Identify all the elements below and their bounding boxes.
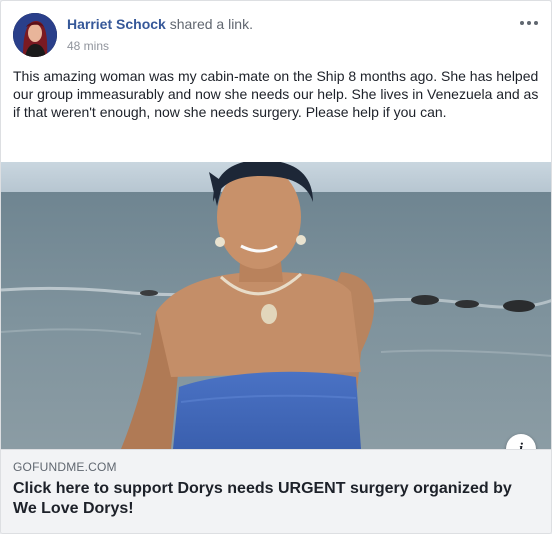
post-text: This amazing woman was my cabin-mate on …: [13, 68, 539, 120]
author-name[interactable]: Harriet Schock: [67, 16, 166, 32]
link-title[interactable]: Click here to support Dorys needs URGENT…: [13, 479, 533, 519]
link-preview[interactable]: GOFUNDME.COM Click here to support Dorys…: [1, 449, 551, 533]
post-timestamp[interactable]: 48 mins: [67, 39, 109, 53]
link-domain: GOFUNDME.COM: [13, 460, 117, 474]
more-options-icon[interactable]: [517, 13, 541, 33]
author-avatar[interactable]: [13, 13, 57, 57]
post-card: Harriet Schock shared a link. 48 mins Th…: [0, 0, 552, 534]
post-action-text: shared a link.: [169, 16, 253, 32]
more-dot: [527, 21, 531, 25]
post-header: Harriet Schock shared a link. 48 mins: [13, 13, 541, 59]
avatar-image: [13, 13, 57, 57]
shared-link-image[interactable]: [1, 162, 551, 449]
more-dot: [534, 21, 538, 25]
author-line: Harriet Schock shared a link.: [67, 16, 253, 32]
shared-photo: [1, 162, 551, 449]
more-dot: [520, 21, 524, 25]
